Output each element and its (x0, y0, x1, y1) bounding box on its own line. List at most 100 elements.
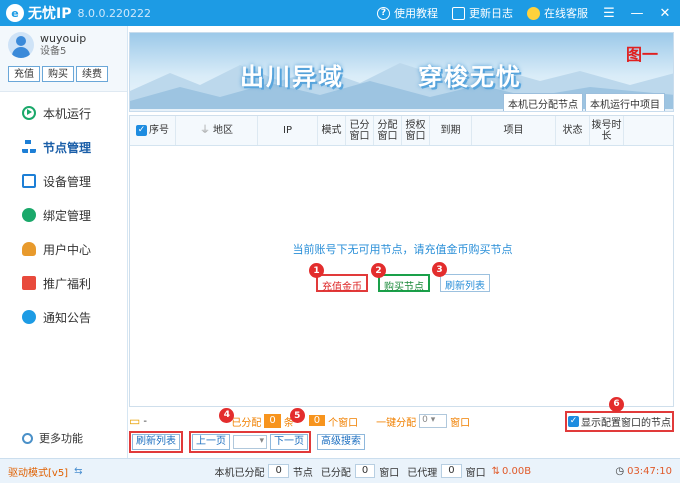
local-allocated-label: 本机已分配 (214, 467, 265, 479)
col-auth-windows[interactable]: 授权窗口 (402, 116, 430, 145)
window-unit-label: 窗口 (379, 467, 400, 479)
banner: 出川异域 穿梭无忧 图一 本机已分配节点 本机运行中项目 (129, 32, 674, 112)
tree-icon (22, 140, 36, 154)
pager-row: 刷新列表 上一页 ▾ 下一页 高级搜索 (129, 431, 674, 453)
title-bar: e 无忧IP 8.0.0.220222 ? 使用教程 更新日志 在线客服 ☰ —… (0, 0, 680, 26)
proxied-unit-label: 窗口 (465, 467, 486, 479)
app-version: 8.0.0.220222 (77, 6, 151, 20)
driver-mode: 驱动模式[v5] (8, 467, 69, 479)
proxied-label: 已代理 (407, 467, 438, 479)
refresh-list-button[interactable]: 3 刷新列表 (432, 262, 490, 292)
col-allocated-windows[interactable]: 已分窗口 (346, 116, 374, 145)
tab-local-assigned-nodes[interactable]: 本机已分配节点 (503, 93, 583, 111)
col-index[interactable]: ✓ 序号 (130, 116, 176, 145)
buy-button[interactable]: 购买 (42, 66, 74, 82)
local-allocated-value: 0 (268, 464, 289, 478)
annotation-badge: 4 (219, 407, 235, 423)
filter-icon[interactable]: ⏚ (200, 125, 210, 136)
annotation-badge: 1 (309, 263, 324, 278)
sidebar-item-bind-management[interactable]: 绑定管理 (0, 198, 127, 232)
sidebar-item-node-management[interactable]: 节点管理 (0, 130, 127, 164)
annotation-badge: 3 (432, 262, 447, 277)
gear-icon (22, 432, 33, 444)
username: wuyouip (40, 32, 87, 45)
document-icon (452, 6, 465, 20)
device-icon (22, 174, 36, 188)
figure-tag: 图一 (626, 45, 659, 64)
renew-button[interactable]: 续费 (76, 66, 108, 82)
banner-slogan-right: 穿梭无忧 (418, 63, 522, 91)
menu-icon[interactable]: ☰ (602, 6, 616, 21)
avatar[interactable] (8, 32, 34, 58)
clock-time: 03:47:10 (627, 465, 672, 477)
show-configured-nodes-toggle[interactable]: 6 ✓ 显示配置窗口的节点 (565, 396, 674, 432)
col-mode[interactable]: 模式 (318, 116, 346, 145)
node-table: ✓ 序号 ⏚ 地区 IP 模式 已分窗口 分配窗口 授权窗口 到期 项目 状态 … (129, 115, 674, 407)
annotation-badge: 5 (289, 408, 305, 423)
recharge-coins-button[interactable]: 1 充值金币 (309, 263, 368, 293)
quick-allocate-label: 一键分配 (376, 417, 417, 429)
windows-label: 个窗口 (328, 417, 359, 429)
bell-icon (22, 310, 36, 324)
allocated-label: 4 已分配 (219, 407, 261, 429)
quick-allocate-select[interactable]: 0 ▾ (419, 414, 448, 428)
node-unit-label: 节点 (292, 467, 313, 479)
empty-message: 当前账号下无可用节点，请充值金币购买节点 (292, 243, 513, 256)
advanced-search-button[interactable]: 高级搜索 (317, 434, 365, 450)
windows-count-wrap: 5 0 (289, 408, 328, 428)
refresh-icon[interactable]: ⇆ (74, 466, 82, 477)
select-all-checkbox[interactable]: ✓ (136, 125, 147, 136)
bind-icon (22, 208, 36, 222)
help-icon: ? (377, 6, 390, 20)
show-configured-checkbox[interactable]: ✓ (568, 415, 579, 427)
buy-nodes-button[interactable]: 2 购买节点 (371, 263, 430, 293)
sidebar-nav: 本机运行 节点管理 设备管理 绑定管理 用户中心 推广福利 通知公告 (0, 92, 127, 334)
refresh-list-wrap: 刷新列表 (129, 431, 183, 453)
minimize-icon[interactable]: — (630, 6, 644, 21)
gift-icon (22, 276, 36, 290)
recharge-button[interactable]: 充值 (8, 66, 40, 82)
traffic-value: 0.00B (502, 465, 532, 477)
support-button[interactable]: 在线客服 (527, 5, 588, 21)
sidebar-item-announcements[interactable]: 通知公告 (0, 300, 127, 334)
more-features-button[interactable]: 更多功能 (22, 430, 83, 446)
col-ip[interactable]: IP (258, 116, 318, 145)
sidebar-item-user-center[interactable]: 用户中心 (0, 232, 127, 266)
sidebar-item-local-run[interactable]: 本机运行 (0, 96, 127, 130)
col-status[interactable]: 状态 (556, 116, 590, 145)
annotation-badge: 2 (371, 263, 386, 278)
user-panel: wuyouip 设备5 充值 购买 续费 (0, 26, 127, 92)
tutorial-button[interactable]: ? 使用教程 (377, 5, 438, 21)
col-assign-windows[interactable]: 分配窗口 (374, 116, 402, 145)
close-icon[interactable]: ✕ (658, 6, 672, 21)
user-icon (22, 242, 36, 256)
changelog-button[interactable]: 更新日志 (452, 5, 513, 21)
col-project[interactable]: 项目 (472, 116, 556, 145)
sidebar: wuyouip 设备5 充值 购买 续费 本机运行 节点管理 设备管理 绑定管理… (0, 26, 128, 458)
clock-icon: ◷ (615, 465, 625, 477)
allocation-stats-row: ▭ - 4 已分配 0 条 5 0 个窗口 一键分配 0 ▾ 窗口 6 ✓ 显示… (129, 396, 674, 432)
next-page-button[interactable]: 下一页 (270, 434, 308, 450)
prev-page-button[interactable]: 上一页 (192, 434, 230, 450)
sidebar-item-device-management[interactable]: 设备管理 (0, 164, 127, 198)
banner-slogan-left: 出川异域 (240, 63, 344, 91)
windows-count: 0 (308, 415, 326, 426)
page-select[interactable]: ▾ (233, 435, 267, 449)
proxied-value: 0 (441, 464, 462, 478)
sidebar-item-promotion[interactable]: 推广福利 (0, 266, 127, 300)
support-icon (527, 6, 540, 20)
refresh-list-bottom-button[interactable]: 刷新列表 (132, 434, 180, 450)
window-unit-label: 窗口 (450, 417, 471, 429)
table-header: ✓ 序号 ⏚ 地区 IP 模式 已分窗口 分配窗口 授权窗口 到期 项目 状态 … (130, 116, 673, 146)
col-region[interactable]: ⏚ 地区 (176, 116, 258, 145)
col-expiry[interactable]: 到期 (430, 116, 472, 145)
tab-local-running-projects[interactable]: 本机运行中项目 (585, 93, 665, 111)
allocated-value: 0 (354, 464, 376, 478)
annotation-badge: 6 (609, 396, 624, 412)
comment-icon[interactable]: ▭ (129, 414, 140, 428)
allocated-label: 已分配 (320, 467, 351, 479)
status-bar: 驱动模式[v5] ⇆ 本机已分配 0 节点 已分配 0 窗口 已代理 0 窗口 … (0, 458, 680, 483)
device-label: 设备5 (40, 46, 67, 57)
app-title: 无忧IP (28, 6, 72, 22)
col-dial-duration[interactable]: 拨号时长 (590, 116, 624, 145)
